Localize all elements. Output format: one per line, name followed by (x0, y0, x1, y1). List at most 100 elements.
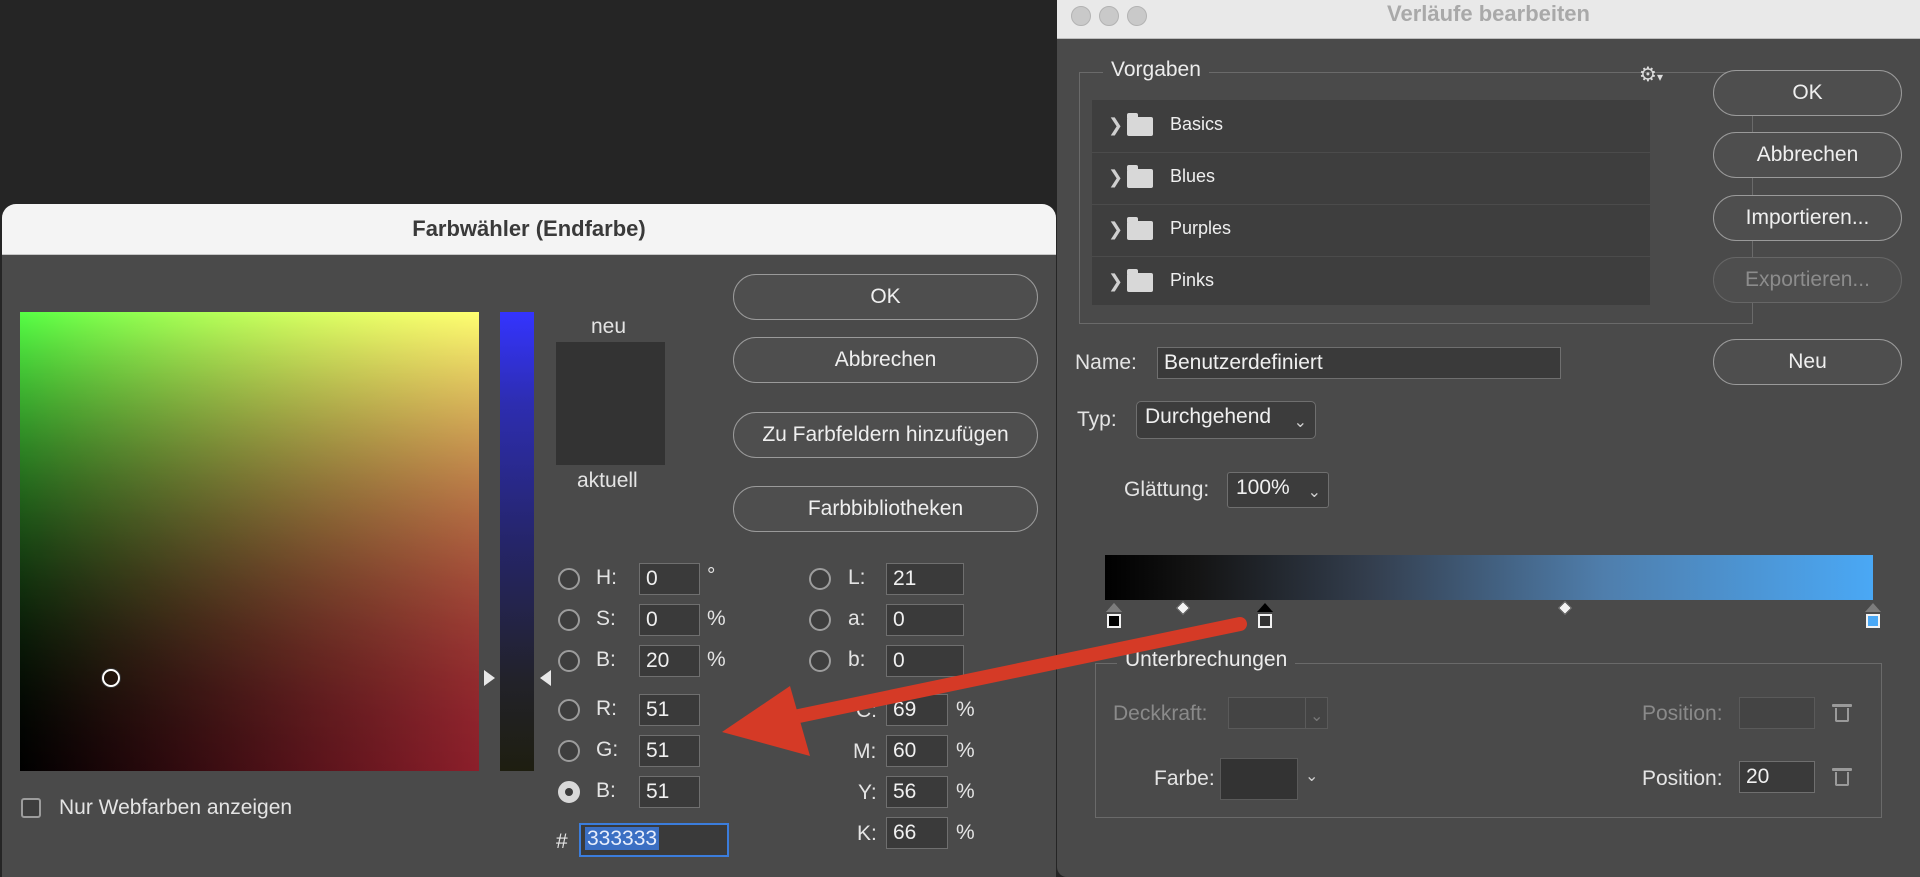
chevron-down-icon: ⌄ (1310, 708, 1324, 725)
opacity-position-field (1739, 697, 1815, 729)
opacity-label: Deckkraft: (1113, 702, 1208, 725)
presets-list[interactable]: ❯ Basics ❯ Blues ❯ Purples ❯ Pinks (1092, 100, 1650, 305)
color-stop-selected[interactable] (1258, 614, 1272, 628)
opacity-field (1228, 697, 1306, 729)
web-colors-label: Nur Webfarben anzeigen (59, 796, 293, 819)
s-label: S: (596, 607, 616, 630)
hex-field[interactable]: 333333 (579, 823, 729, 857)
folder-icon (1127, 165, 1153, 188)
folder-icon (1127, 269, 1153, 292)
color-field-red (20, 312, 479, 771)
radio-lab-b[interactable] (809, 650, 831, 672)
color-stop-black[interactable] (1107, 614, 1121, 628)
h-unit: ° (707, 564, 716, 587)
chevron-down-icon[interactable]: ⌄ (1305, 766, 1318, 786)
radio-l[interactable] (809, 568, 831, 590)
stops-group (1095, 663, 1882, 818)
gradient-type-value: Durchgehend (1145, 405, 1272, 428)
web-colors-checkbox[interactable] (21, 798, 41, 818)
color-preview-swatch[interactable] (556, 342, 665, 465)
smoothness-select[interactable]: 100% ⌄ (1227, 472, 1329, 508)
presets-legend: Vorgaben (1103, 58, 1209, 82)
folder-icon (1127, 113, 1153, 136)
brightness-label: B: (596, 648, 616, 671)
m-label: M: (853, 740, 877, 763)
picker-cancel-button[interactable]: Abbrechen (733, 337, 1038, 383)
opacity-stop[interactable] (1865, 603, 1881, 612)
midpoint-diamond[interactable] (1175, 600, 1191, 616)
blue-field[interactable]: 51 (639, 776, 700, 808)
trash-icon (1832, 704, 1852, 722)
chevron-right-icon[interactable]: ❯ (1108, 271, 1123, 292)
preset-folder-basics[interactable]: ❯ Basics (1092, 100, 1650, 153)
y-field[interactable]: 56 (886, 776, 948, 808)
chevron-right-icon[interactable]: ❯ (1108, 219, 1123, 240)
g-label: G: (596, 738, 619, 761)
color-field-cursor[interactable] (102, 669, 120, 687)
color-label: Farbe: (1154, 767, 1215, 790)
channel-slider[interactable] (500, 312, 534, 771)
preset-folder-blues[interactable]: ❯ Blues (1092, 152, 1650, 205)
name-label: Name: (1075, 351, 1137, 374)
s-unit: % (707, 607, 726, 630)
slider-handle-right[interactable] (540, 670, 551, 686)
c-field[interactable]: 69 (886, 694, 948, 726)
lab-b-field[interactable]: 0 (886, 645, 964, 677)
radio-brightness[interactable] (558, 650, 580, 672)
c-unit: % (956, 698, 975, 721)
export-button: Exportieren... (1713, 257, 1902, 303)
gear-icon[interactable]: ⚙▾ (1639, 62, 1663, 87)
radio-blue[interactable] (558, 781, 580, 803)
k-field[interactable]: 66 (886, 817, 948, 849)
trash-icon[interactable] (1832, 768, 1852, 786)
gradient-ok-button[interactable]: OK (1713, 70, 1902, 116)
brightness-field[interactable]: 20 (639, 645, 700, 677)
preset-label: Basics (1170, 114, 1224, 134)
color-libraries-button[interactable]: Farbbibliotheken (733, 486, 1038, 532)
radio-g[interactable] (558, 740, 580, 762)
h-field[interactable]: 0 (639, 563, 700, 595)
midpoint-diamond[interactable] (1557, 600, 1573, 616)
gradient-type-select[interactable]: Durchgehend ⌄ (1136, 401, 1316, 439)
a-field[interactable]: 0 (886, 604, 964, 636)
h-label: H: (596, 566, 617, 589)
preset-folder-pinks[interactable]: ❯ Pinks (1092, 256, 1650, 305)
add-to-swatches-button[interactable]: Zu Farbfeldern hinzufügen (733, 412, 1038, 458)
smoothness-label: Glättung: (1124, 478, 1210, 501)
gradient-name-field[interactable]: Benutzerdefiniert (1157, 347, 1561, 379)
opacity-dropdown: ⌄ (1305, 697, 1328, 729)
color-position-label: Position: (1642, 767, 1723, 790)
chevron-right-icon[interactable]: ❯ (1108, 115, 1123, 136)
chevron-down-icon: ⌄ (1293, 414, 1307, 431)
new-gradient-button[interactable]: Neu (1713, 339, 1902, 385)
s-field[interactable]: 0 (639, 604, 700, 636)
gradient-preview-bar[interactable] (1105, 555, 1873, 600)
slider-handle-left[interactable] (484, 670, 495, 686)
gradient-cancel-button[interactable]: Abbrechen (1713, 132, 1902, 178)
stop-color-swatch[interactable] (1220, 758, 1298, 800)
k-unit: % (956, 821, 975, 844)
y-unit: % (956, 780, 975, 803)
hex-value: 333333 (585, 827, 660, 850)
color-position-field[interactable]: 20 (1739, 761, 1815, 793)
radio-s[interactable] (558, 609, 580, 631)
color-picker-title: Farbwähler (Endfarbe) (412, 216, 646, 241)
gradient-editor-titlebar: Verläufe bearbeiten (1057, 0, 1920, 39)
picker-ok-button[interactable]: OK (733, 274, 1038, 320)
g-field[interactable]: 51 (639, 735, 700, 767)
radio-h[interactable] (558, 568, 580, 590)
preset-folder-purples[interactable]: ❯ Purples (1092, 204, 1650, 257)
chevron-right-icon[interactable]: ❯ (1108, 167, 1123, 188)
m-field[interactable]: 60 (886, 735, 948, 767)
r-field[interactable]: 51 (639, 694, 700, 726)
type-label: Typ: (1077, 408, 1117, 431)
import-button[interactable]: Importieren... (1713, 195, 1902, 241)
l-field[interactable]: 21 (886, 563, 964, 595)
gradient-editor-window: Verläufe bearbeiten Vorgaben ⚙▾ ❯ Basics… (1057, 0, 1920, 877)
radio-r[interactable] (558, 699, 580, 721)
color-stop-tip (1106, 603, 1122, 612)
color-stop-blue[interactable] (1866, 614, 1880, 628)
stops-legend: Unterbrechungen (1117, 648, 1296, 672)
m-unit: % (956, 739, 975, 762)
radio-a[interactable] (809, 609, 831, 631)
